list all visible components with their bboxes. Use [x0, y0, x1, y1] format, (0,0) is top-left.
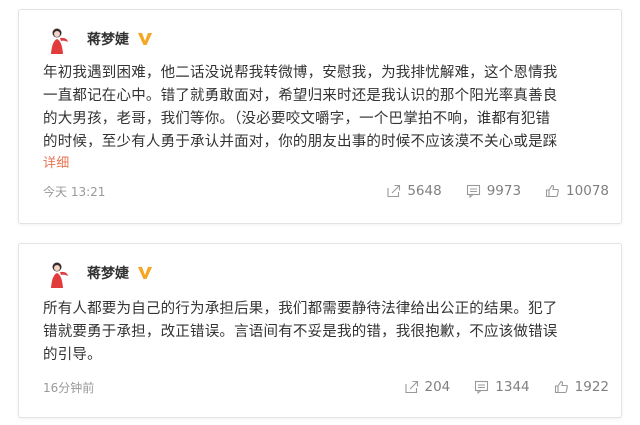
post-header: 蒋梦婕: [41, 258, 153, 288]
read-more-link[interactable]: 详细: [43, 154, 609, 174]
post-timestamp[interactable]: 今天 13:21: [43, 183, 105, 200]
repost-button[interactable]: 5648: [386, 183, 442, 199]
comment-button[interactable]: 1344: [474, 379, 530, 395]
post-text-line: 的大男孩，老哥，我们等你。（没必要咬文嚼字，一个巴掌拍不响，谁都有犯错: [43, 111, 551, 127]
post-actions: 5648 9973 10078: [362, 183, 609, 199]
post-text-line: 的引导。: [43, 347, 102, 363]
avatar[interactable]: [41, 258, 73, 288]
post-text-line: 的时候，至少有人勇于承认并面对，你的朋友出事的时候不应该漠不关心或是踩: [43, 134, 558, 150]
thumbs-up-icon: [554, 380, 568, 394]
post-text-line: 所有人都要为自己的行为承担后果，我们都需要静待法律给出公正的结果。犯了: [43, 301, 558, 317]
comment-count: 9973: [486, 183, 522, 199]
post-text-line: 错就要勇于承担，改正错误。言语间有不妥是我的错，我很抱歉，不应该做错误: [43, 324, 558, 340]
comment-icon: [466, 184, 480, 198]
post-header: 蒋梦婕: [41, 24, 153, 54]
post-text-line: 一直都记在心中。错了就勇敢面对，希望归来时还是我认识的那个阳光率真善良: [43, 88, 558, 104]
post-footer: 今天 13:21 5648 9973 10078: [43, 181, 609, 201]
post-actions: 204 1344 1922: [380, 379, 609, 395]
post-text: 年初我遇到困难，他二话没说帮我转微博，安慰我，为我排忧解难，这个恩情我 一直都记…: [43, 62, 609, 174]
post-footer: 16分钟前 204 1344 1922: [43, 377, 609, 397]
repost-count: 5648: [407, 183, 442, 199]
comment-icon: [475, 380, 489, 394]
author-name[interactable]: 蒋梦婕: [87, 29, 129, 49]
repost-icon: [404, 380, 418, 394]
v-badge-icon: [137, 265, 153, 281]
like-count: 1922: [574, 379, 609, 395]
repost-count: 204: [424, 379, 451, 395]
author-name[interactable]: 蒋梦婕: [87, 263, 129, 283]
like-button[interactable]: 1922: [554, 379, 609, 395]
thumbs-up-icon: [545, 184, 559, 198]
like-count: 10078: [566, 183, 609, 199]
weibo-post-card: 蒋梦婕 年初我遇到困难，他二话没说帮我转微博，安慰我，为我排忧解难，这个恩情我 …: [18, 9, 622, 224]
post-text: 所有人都要为自己的行为承担后果，我们都需要静待法律给出公正的结果。犯了 错就要勇…: [43, 298, 609, 367]
post-timestamp[interactable]: 16分钟前: [43, 379, 94, 396]
v-badge-icon: [137, 31, 153, 47]
post-text-line: 年初我遇到困难，他二话没说帮我转微博，安慰我，为我排忧解难，这个恩情我: [43, 65, 558, 81]
comment-button[interactable]: 9973: [466, 183, 521, 199]
repost-button[interactable]: 204: [404, 379, 451, 395]
avatar[interactable]: [41, 24, 73, 54]
comment-count: 1344: [495, 379, 530, 395]
repost-icon: [387, 184, 401, 198]
weibo-post-card: 蒋梦婕 所有人都要为自己的行为承担后果，我们都需要静待法律给出公正的结果。犯了 …: [18, 243, 622, 418]
like-button[interactable]: 10078: [545, 183, 609, 199]
